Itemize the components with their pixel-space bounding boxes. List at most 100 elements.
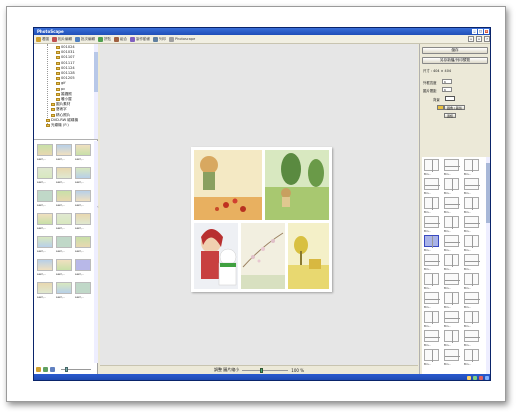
thumbnail-label: sen\... (37, 295, 47, 299)
window-tool-1-icon[interactable]: ▫ (468, 36, 474, 42)
layout-template[interactable] (424, 178, 440, 190)
refresh-icon[interactable] (43, 366, 48, 372)
layout-template[interactable] (444, 178, 459, 191)
tree-item[interactable]: 光碟機 (F:) (46, 123, 69, 128)
thumbnail-image[interactable] (56, 236, 72, 248)
thumbnail-image[interactable] (37, 259, 53, 271)
toolbar-tab-4[interactable]: 組合 (114, 36, 127, 42)
layout-template[interactable] (464, 216, 480, 228)
close-button[interactable]: × (484, 29, 489, 34)
round-frame-button[interactable]: 圓角 / 裁剪 (444, 105, 465, 110)
thumbnail-image[interactable] (37, 190, 53, 202)
folder-tree[interactable]: 001024 001031 001107 001117 001124 001128 0012… (34, 44, 98, 140)
toolbar-tab-2[interactable]: 批次編輯 (75, 36, 95, 42)
tree-scroll-thumb[interactable] (94, 52, 98, 92)
layout-template[interactable] (444, 311, 460, 323)
zoom-label: 調整 圖片縮小 (214, 367, 240, 372)
thumbnail-image[interactable] (56, 167, 72, 179)
layout-template[interactable] (464, 349, 479, 362)
layout-template[interactable] (464, 273, 479, 286)
thumbnail-image[interactable] (56, 282, 72, 294)
zoom-slider[interactable] (242, 367, 289, 373)
layout-template[interactable] (444, 273, 460, 285)
thumbnail-image[interactable] (37, 213, 53, 225)
layout-template[interactable] (424, 197, 439, 210)
thumbnail-size-slider[interactable] (61, 366, 91, 372)
background-color-picker[interactable] (445, 96, 455, 101)
thumbnail-image[interactable] (37, 282, 53, 294)
collage-preview[interactable] (191, 147, 332, 292)
window-tool-2-icon[interactable]: ▫ (476, 36, 482, 42)
slider-knob[interactable] (65, 366, 68, 372)
toolbar-tab-1[interactable]: 相片編輯 (52, 36, 72, 42)
layout-template[interactable] (464, 178, 480, 190)
thumbnail-image[interactable] (75, 282, 91, 294)
layout-template[interactable] (424, 273, 439, 286)
inner-margin-spinner[interactable]: 6 (442, 87, 452, 92)
zoom-knob[interactable] (260, 367, 264, 373)
tray-icon-1[interactable] (467, 376, 471, 380)
tree-scrollbar[interactable] (94, 44, 98, 139)
layout-template[interactable] (464, 235, 479, 248)
thumbnail-image[interactable] (37, 144, 53, 156)
toolbar-tab-0[interactable]: 看圖 (36, 36, 49, 42)
minimize-button[interactable]: _ (472, 29, 477, 34)
thumbnail-image[interactable] (75, 259, 91, 271)
layout-template[interactable] (464, 311, 479, 324)
layout-template[interactable] (424, 311, 439, 324)
thumbnail-image[interactable] (75, 167, 91, 179)
thumbnail-image[interactable] (56, 259, 72, 271)
toolbar-tab-6[interactable]: 列印 (153, 36, 166, 42)
thumbnail-image[interactable] (37, 167, 53, 179)
layout-label: Bin... (424, 266, 432, 271)
layout-template[interactable] (464, 254, 480, 266)
thumbnail-image[interactable] (75, 144, 91, 156)
right-panel: ▫ ▫ ? 儲存 另存新檔/列印預覽 尺寸 : 404 × 404 外框寬度 6… (419, 36, 490, 374)
folder-icon[interactable] (36, 366, 41, 372)
layout-template[interactable] (424, 349, 439, 362)
layout-template[interactable] (464, 292, 480, 304)
layout-template[interactable] (464, 330, 480, 342)
layout-template[interactable] (444, 330, 459, 343)
layout-template[interactable] (444, 197, 460, 209)
layout-template[interactable] (464, 197, 479, 210)
save-as-button[interactable]: 另存新檔/列印預覽 (422, 57, 488, 64)
frame-button[interactable]: 邊框 (444, 113, 457, 118)
outer-margin-spinner[interactable]: 6 (442, 79, 452, 84)
tray-icon-2[interactable] (473, 376, 477, 380)
layout-template[interactable] (424, 330, 440, 342)
tray-icon-4[interactable] (485, 376, 489, 380)
help-icon[interactable]: ? (484, 36, 490, 42)
layout-template[interactable] (424, 254, 440, 266)
layout-template[interactable] (444, 159, 460, 171)
thumbnail-scrollbar[interactable] (94, 141, 98, 363)
layout-template[interactable] (444, 349, 460, 361)
thumbnail-image[interactable] (37, 236, 53, 248)
thumbnail-image[interactable] (56, 190, 72, 202)
thumbnail-image[interactable] (75, 190, 91, 202)
thumbnail-image[interactable] (75, 236, 91, 248)
layout-scroll-thumb[interactable] (486, 163, 490, 223)
maximize-button[interactable]: □ (478, 29, 483, 34)
thumbnail-image[interactable] (75, 213, 91, 225)
layout-scrollbar[interactable] (486, 157, 490, 374)
layout-template[interactable] (444, 216, 459, 229)
layout-template[interactable] (424, 159, 439, 172)
tray-icon-3[interactable] (479, 376, 483, 380)
layout-template[interactable] (424, 292, 440, 304)
layout-template[interactable] (424, 235, 439, 248)
toolbar-tab-3[interactable]: 拼貼 (98, 36, 111, 42)
layout-template[interactable] (464, 159, 479, 172)
thumbnail-image[interactable] (56, 213, 72, 225)
view-icon[interactable] (50, 366, 55, 372)
layout-template[interactable] (424, 216, 440, 228)
layout-label: Bin... (464, 190, 472, 195)
layout-template[interactable] (444, 235, 460, 247)
toolbar-tab-7[interactable]: Photoscape (169, 36, 195, 42)
thumbnail-image[interactable] (56, 144, 72, 156)
save-button[interactable]: 儲存 (422, 47, 488, 54)
page-icon (98, 36, 103, 42)
toolbar-tab-5[interactable]: 製作動畫 (130, 36, 150, 42)
layout-template[interactable] (444, 292, 459, 305)
layout-template[interactable] (444, 254, 459, 267)
